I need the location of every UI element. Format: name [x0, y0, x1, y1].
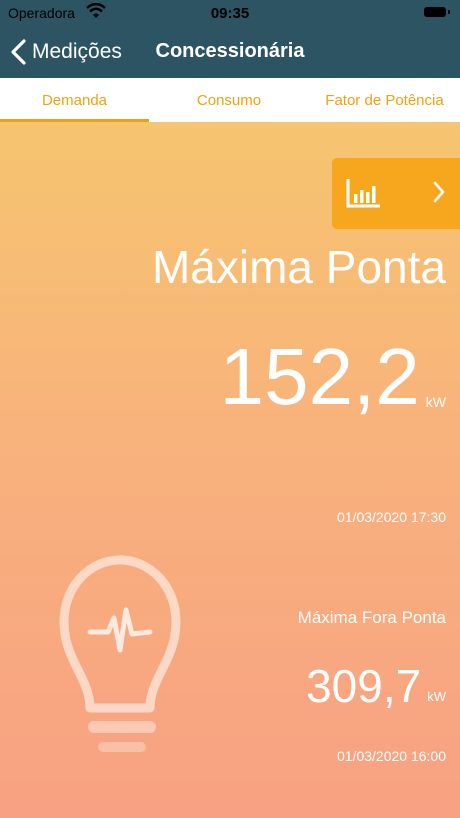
- status-time: 09:35: [210, 5, 250, 22]
- tab-consumo[interactable]: Consumo: [149, 78, 309, 122]
- off-peak-demand-reading: 309,7 kW: [306, 660, 446, 712]
- tab-demanda[interactable]: Demanda: [0, 78, 149, 122]
- peak-demand-unit: kW: [425, 394, 446, 410]
- tab-bar: Demanda Consumo Fator de Potência: [0, 78, 460, 122]
- peak-demand-value: 152,2: [219, 332, 420, 421]
- off-peak-demand-date: 01/03/2020 16:00: [337, 748, 446, 764]
- tab-fator-de-potencia[interactable]: Fator de Potência: [309, 78, 460, 122]
- chevron-right-icon: [432, 180, 446, 209]
- chart-button[interactable]: [332, 158, 460, 229]
- battery-icon: [424, 7, 450, 17]
- navigation-bar: Medições Concessionária: [0, 26, 460, 78]
- measurement-panel: Máxima Ponta 152,2 kW 01/03/2020 17:30 M…: [0, 122, 460, 818]
- peak-demand-title: Máxima Ponta: [151, 241, 446, 293]
- peak-demand-date: 01/03/2020 17:30: [337, 509, 446, 525]
- status-bar: Operadora 09:35: [0, 0, 460, 26]
- peak-demand-reading: 152,2 kW: [220, 332, 446, 422]
- off-peak-demand-unit: kW: [427, 689, 446, 704]
- off-peak-demand-value: 309,7: [306, 660, 422, 712]
- page-title: Concessionária: [155, 40, 305, 62]
- bar-chart-icon: [346, 178, 382, 213]
- off-peak-demand-title: Máxima Fora Ponta: [297, 608, 446, 627]
- lightbulb-icon: [50, 550, 190, 765]
